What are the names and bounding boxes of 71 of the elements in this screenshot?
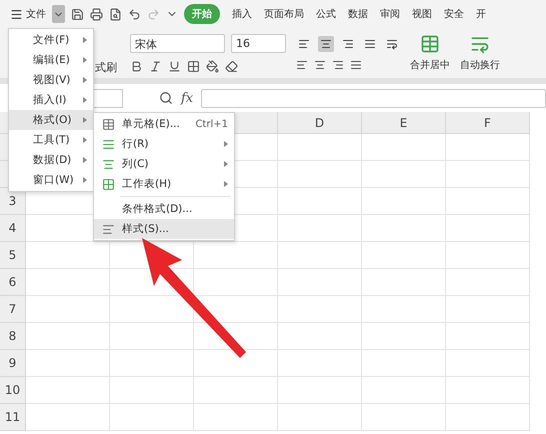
ribbon-tab[interactable]: 插入 [232,7,252,21]
ribbon-tab[interactable]: 数据 [348,7,368,21]
ribbon-tab[interactable]: 公式 [316,7,336,21]
menu-item[interactable]: 工作表(H) [94,174,234,194]
row-header: 7 [0,296,26,323]
menu-item-icon [102,178,115,190]
menu-item[interactable]: 列(C) [94,154,234,174]
align-right-icon[interactable] [332,58,344,70]
menu-item-icon [102,138,115,150]
font-size-field[interactable]: 16 [231,34,286,52]
menu-item-icon [102,118,115,130]
print-preview-icon[interactable] [109,8,122,20]
format-painter-button[interactable]: 式刷 [92,32,120,74]
align-icon [298,38,310,50]
undo-icon[interactable] [128,8,141,20]
row-header: 11 [0,404,26,431]
fx-label: fx [181,90,194,106]
merge-center-button[interactable]: 合并居中 [410,34,450,72]
italic-icon[interactable] [149,60,162,72]
menu-item[interactable]: 工具(T) [9,130,93,150]
align-icon [342,38,354,50]
formula-field[interactable] [201,88,546,108]
save-icon[interactable] [71,8,84,20]
ribbon-tab[interactable]: 安全 [444,7,464,21]
wrap-text-button[interactable]: 自动换行 [460,34,500,72]
row-header: 5 [0,242,26,269]
eraser-icon[interactable] [225,60,238,72]
align-icon [364,38,376,50]
ribbon-tab[interactable]: 审阅 [380,7,400,21]
printer-icon[interactable] [90,8,103,20]
align-button[interactable] [318,36,334,52]
menu-item[interactable]: 视图(V) [9,70,93,90]
menu-item[interactable]: 条件格式(D)... [94,199,234,219]
menu-item[interactable]: 单元格(E)... Ctrl+1 [94,114,234,134]
menu-item[interactable]: 文件(F) [9,30,93,50]
underline-icon[interactable] [168,60,181,72]
menu-item[interactable]: 数据(D) [9,150,93,170]
align-icon [386,38,398,50]
menu-item[interactable]: 插入(I) [9,90,93,110]
menu-item[interactable]: 编辑(E) [9,50,93,70]
borders-icon[interactable] [187,60,200,72]
menu-item[interactable]: 格式(O) [9,110,93,130]
ribbon-tab[interactable]: 视图 [412,7,432,21]
row-header: 9 [0,350,26,377]
dropdown-button[interactable] [52,5,65,23]
ribbon-tab[interactable]: 开 [476,7,486,21]
table-icon [420,34,440,54]
menu-item[interactable]: 窗口(W) [9,170,93,190]
align-left-icon[interactable] [296,58,308,70]
row-header: 3 [0,188,26,215]
row-header: 8 [0,323,26,350]
menu-item-icon [102,222,115,236]
fill-color-icon[interactable] [206,60,219,72]
row-header: 4 [0,215,26,242]
menu-item-icon [102,158,115,170]
zoom-icon[interactable] [159,91,173,105]
menu-item[interactable]: 样式(S)... [94,219,234,239]
align-center-icon[interactable] [314,58,326,70]
column-header: D [278,112,362,134]
bold-icon[interactable] [130,60,143,72]
row-header: 10 [0,377,26,404]
row-header: 6 [0,269,26,296]
menu-item[interactable]: 行(R) [94,134,234,154]
menu-icon [10,8,23,20]
justify-icon[interactable] [350,58,362,70]
column-header: F [446,112,530,134]
font-name-field[interactable]: 宋体 [130,34,225,52]
ribbon-tab[interactable]: 页面布局 [264,7,304,21]
align-icon [320,38,332,50]
file-menu-button[interactable]: 文件 [10,7,46,21]
column-header: E [362,112,446,134]
